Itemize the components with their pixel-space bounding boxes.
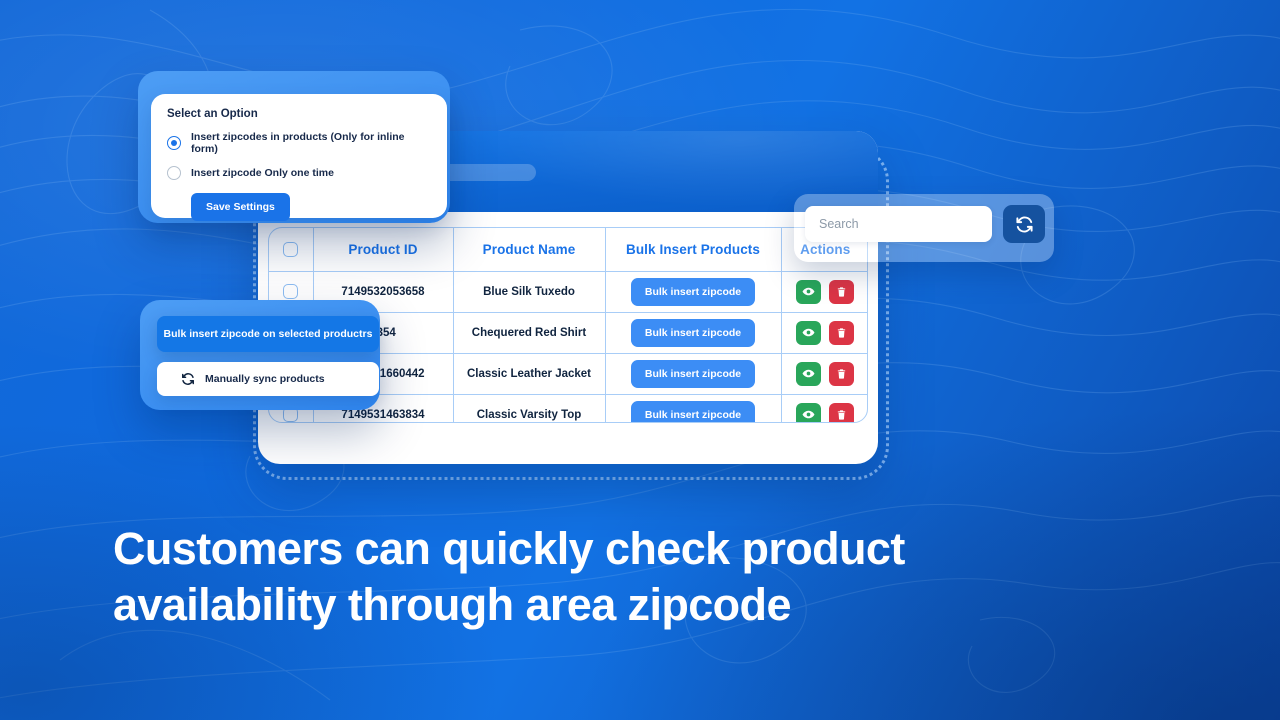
delete-button[interactable]	[829, 361, 855, 386]
view-button[interactable]	[796, 279, 822, 304]
headline: Customers can quickly check product avai…	[113, 523, 905, 630]
delete-button[interactable]	[829, 320, 855, 345]
trash-icon	[838, 286, 846, 297]
bulk-insert-zipcode-button[interactable]: Bulk insert zipcode	[630, 277, 756, 306]
trash-icon	[838, 410, 846, 420]
table-header-row: Product ID Product Name Bulk Insert Prod…	[269, 228, 867, 272]
radio-label: Insert zipcode Only one time	[191, 167, 334, 179]
cell-product-name: Chequered Red Shirt	[453, 312, 606, 354]
select-all-header	[269, 228, 314, 272]
radio-option-inline-form[interactable]: Insert zipcodes in products (Only for in…	[167, 131, 431, 155]
cell-bulk-insert: Bulk insert zipcode	[605, 353, 782, 395]
search-toolbar	[794, 194, 1054, 262]
view-button[interactable]	[796, 361, 822, 386]
tools-card-wrapper: Bulk insert zipcode on selected productr…	[140, 300, 380, 410]
manually-sync-products-button[interactable]: Manually sync products	[157, 362, 379, 396]
table-head: Product ID Product Name Bulk Insert Prod…	[269, 228, 867, 272]
option-card-title: Select an Option	[167, 108, 258, 120]
cell-product-name: Classic Leather Jacket	[453, 353, 606, 395]
view-button[interactable]	[796, 320, 822, 345]
cell-bulk-insert: Bulk insert zipcode	[605, 271, 782, 313]
cell-product-name: Classic Varsity Top	[453, 394, 606, 422]
delete-button[interactable]	[829, 279, 855, 304]
eye-icon	[802, 287, 815, 296]
cell-actions	[781, 353, 868, 395]
select-option-card: Select an Option Insert zipcodes in prod…	[151, 94, 447, 221]
cell-actions	[781, 394, 868, 422]
cell-bulk-insert: Bulk insert zipcode	[605, 394, 782, 422]
sync-button-label: Manually sync products	[205, 373, 325, 385]
eye-icon	[802, 369, 815, 378]
cell-actions	[781, 312, 868, 354]
bulk-insert-selected-button[interactable]: Bulk insert zipcode on selected productr…	[157, 316, 379, 352]
action-button-group	[782, 402, 868, 422]
refresh-icon	[1015, 216, 1033, 232]
search-input[interactable]	[805, 206, 992, 242]
cell-actions	[781, 271, 868, 313]
bulk-insert-zipcode-button[interactable]: Bulk insert zipcode	[630, 400, 756, 422]
cell-bulk-insert: Bulk insert zipcode	[605, 312, 782, 354]
save-settings-button[interactable]: Save Settings	[191, 193, 290, 221]
column-header-product-id[interactable]: Product ID	[313, 228, 454, 272]
column-header-product-name[interactable]: Product Name	[453, 228, 606, 272]
select-all-checkbox[interactable]	[283, 242, 299, 258]
radio-option-one-time[interactable]: Insert zipcode Only one time	[167, 166, 431, 180]
eye-icon	[802, 410, 815, 419]
refresh-button[interactable]	[1003, 205, 1045, 243]
cell-product-name: Blue Silk Tuxedo	[453, 271, 606, 313]
action-button-group	[782, 320, 868, 345]
row-checkbox[interactable]	[283, 284, 299, 299]
bulk-insert-zipcode-button[interactable]: Bulk insert zipcode	[630, 318, 756, 347]
radio-button-selected[interactable]	[167, 136, 181, 150]
bulk-insert-zipcode-button[interactable]: Bulk insert zipcode	[630, 359, 756, 388]
trash-icon	[838, 327, 846, 338]
action-button-group	[782, 361, 868, 386]
trash-icon	[838, 368, 846, 379]
view-button[interactable]	[796, 402, 822, 422]
sync-icon	[181, 373, 195, 385]
search-toolbar-inner	[805, 205, 1045, 243]
column-header-bulk-insert[interactable]: Bulk Insert Products	[605, 228, 782, 272]
delete-button[interactable]	[829, 402, 855, 422]
radio-label: Insert zipcodes in products (Only for in…	[191, 131, 405, 155]
eye-icon	[802, 328, 815, 337]
radio-button-unselected[interactable]	[167, 166, 181, 180]
option-card-wrapper: Select an Option Insert zipcodes in prod…	[138, 71, 450, 223]
action-button-group	[782, 279, 868, 304]
